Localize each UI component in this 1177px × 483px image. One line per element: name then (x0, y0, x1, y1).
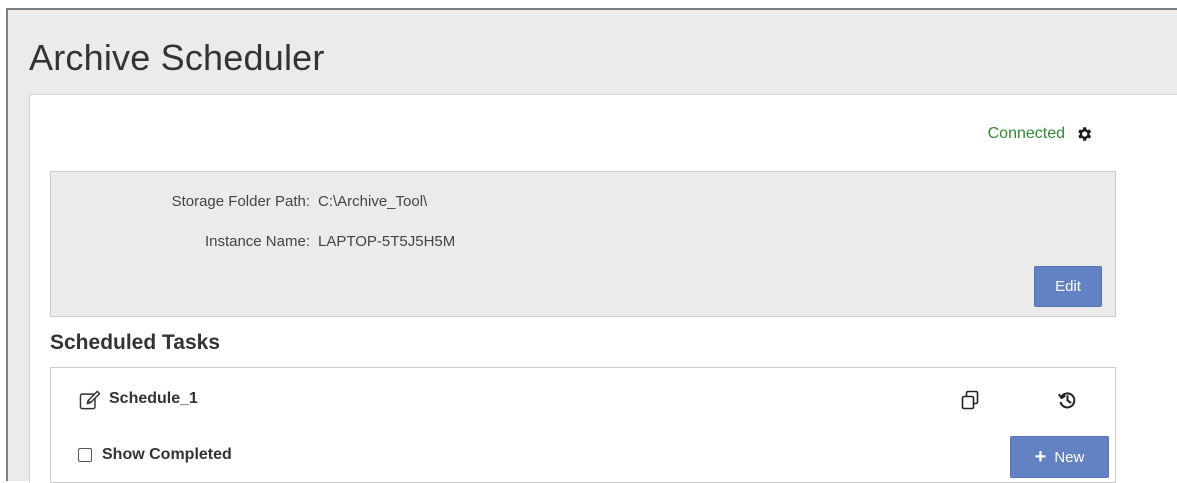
show-completed-checkbox[interactable] (78, 448, 92, 462)
main-content: Connected Storage Folder Path: C:\Archiv… (29, 94, 1177, 483)
gear-icon[interactable] (1075, 125, 1093, 143)
page-title: Archive Scheduler (29, 37, 325, 78)
new-task-button[interactable]: + New (1010, 436, 1109, 478)
storage-folder-label: Storage Folder Path: (171, 193, 310, 210)
instance-name-label: Instance Name: (204, 233, 310, 250)
app-window: Archive Scheduler Connected Storage Fold… (6, 8, 1177, 483)
scheduled-tasks-panel: Schedule_1 Show Completed + New (50, 367, 1116, 483)
edit-button[interactable]: Edit (1034, 266, 1102, 307)
task-name[interactable]: Schedule_1 (109, 390, 198, 408)
storage-folder-value: C:\Archive_Tool\ (318, 193, 428, 210)
show-completed-label: Show Completed (102, 446, 232, 463)
instance-name-value: LAPTOP-5T5J5H5M (318, 233, 456, 250)
settings-panel: Storage Folder Path: C:\Archive_Tool\ In… (50, 171, 1116, 317)
instance-name-row: Instance Name: LAPTOP-5T5J5H5M (51, 233, 455, 250)
new-task-label: New (1054, 448, 1085, 466)
show-completed-toggle[interactable]: Show Completed (78, 446, 232, 464)
storage-folder-row: Storage Folder Path: C:\Archive_Tool\ (51, 193, 428, 210)
status-text: Connected (987, 125, 1065, 142)
history-icon[interactable] (1057, 390, 1077, 410)
plus-icon: + (1034, 446, 1047, 468)
task-row: Schedule_1 (51, 368, 1115, 432)
scheduled-tasks-title: Scheduled Tasks (50, 331, 221, 354)
connection-status: Connected (988, 125, 1093, 143)
edit-icon[interactable] (79, 390, 101, 410)
copy-icon[interactable] (960, 390, 980, 410)
